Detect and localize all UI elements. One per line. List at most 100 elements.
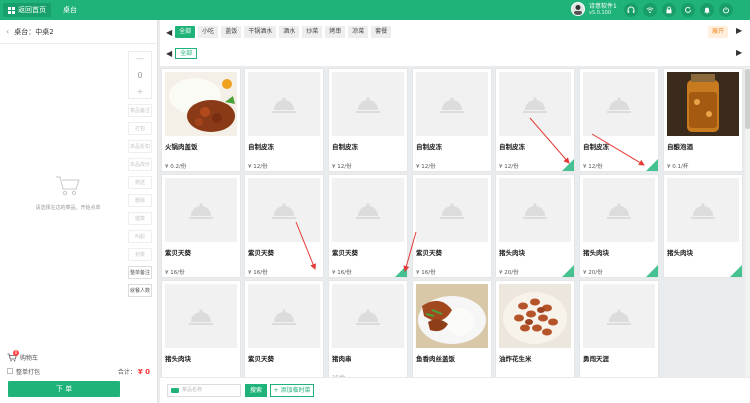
dish-note-button[interactable]: 菜品备注 <box>128 104 152 117</box>
dish-card[interactable]: 紫贝天葵 ¥ 16/份 <box>161 174 241 278</box>
dish-card[interactable]: 自制皮冻 ¥ 12/份 <box>495 68 575 172</box>
lock-icon[interactable] <box>662 3 676 17</box>
dish-price: ¥ 12/份 <box>583 164 603 170</box>
category-stirfry[interactable]: 炒菜 <box>302 26 323 38</box>
dish-card[interactable]: 猪肉串16/份 <box>328 280 408 384</box>
category-rice-bowl[interactable]: 盖饭 <box>221 26 242 38</box>
dish-card[interactable]: 勇闯天涯 <box>579 280 659 384</box>
category-cold-dish[interactable]: 凉菜 <box>348 26 369 38</box>
order-note-button[interactable]: 整单备注 <box>128 266 152 279</box>
dish-card[interactable]: 紫贝天葵 ¥ 16/份 <box>244 174 324 278</box>
guest-count-button[interactable]: 就餐人数 <box>128 284 152 297</box>
whole-pack-checkbox[interactable] <box>7 368 13 374</box>
dish-image <box>332 178 404 242</box>
dish-card[interactable]: 火锅肉盖饭 ¥ 0.2/份 <box>161 68 241 172</box>
user-profile[interactable]: 诗意软件1 v5.0.100 <box>571 2 617 16</box>
power-icon[interactable] <box>719 3 733 17</box>
dish-card[interactable]: 自酿泡酒 ¥ 0.1/杯 <box>663 68 743 172</box>
dish-card[interactable]: 紫贝天葵 <box>244 280 324 384</box>
home-button[interactable]: 返回首页 <box>3 3 51 17</box>
dish-price: ¥ 0.1/杯 <box>667 164 689 170</box>
place-order-button[interactable]: 下 单 <box>8 381 120 397</box>
user-name: 诗意软件1 <box>589 2 617 10</box>
dish-card[interactable]: 自制皮冻 ¥ 12/份 <box>244 68 324 172</box>
dish-name: 火锅肉盖饭 <box>165 143 198 151</box>
back-chevron-icon[interactable]: ‹ <box>6 27 9 36</box>
dish-image <box>165 284 237 348</box>
delete-button[interactable]: 删除 <box>128 194 152 207</box>
keyboard-icon <box>171 388 179 393</box>
dish-name: 自制皮冻 <box>248 143 274 151</box>
dish-image <box>165 72 237 136</box>
category-next-arrow-icon[interactable]: ▶ <box>736 26 742 35</box>
dish-price: ¥ 16/份 <box>332 270 352 276</box>
serve-button[interactable]: 划菜 <box>128 248 152 261</box>
dish-card[interactable]: 猪头肉块 <box>161 280 241 384</box>
expand-categories-button[interactable]: 展开 <box>708 26 729 38</box>
dish-image <box>248 178 320 242</box>
hold-button[interactable]: 叫起 <box>128 230 152 243</box>
subcategory-prev-arrow-icon[interactable]: ◀ <box>166 49 172 58</box>
dish-card[interactable]: 自制皮冻 ¥ 12/份 <box>412 68 492 172</box>
dish-price: ¥ 16/份 <box>416 270 436 276</box>
dish-card[interactable]: 油炸花生米 <box>495 280 575 384</box>
qty-minus-button[interactable]: — <box>136 54 144 63</box>
cart-label: 购物车 <box>20 354 39 362</box>
dish-name: 紫贝天葵 <box>165 249 191 257</box>
dish-scrollbar[interactable] <box>745 67 750 395</box>
order-footer: 0 购物车 整单打包 合计： ¥ 0 <box>0 349 158 378</box>
dish-tag-corner <box>562 265 574 277</box>
wifi-icon[interactable] <box>643 3 657 17</box>
category-drinks[interactable]: 酒水 <box>279 26 300 38</box>
dish-image <box>332 284 404 348</box>
dish-name: 紫贝天葵 <box>248 355 274 363</box>
category-skewer[interactable]: 烤串 <box>325 26 346 38</box>
add-temp-dish-button[interactable]: + 添加临时菜 <box>270 384 314 397</box>
headset-icon[interactable] <box>624 3 638 17</box>
category-all[interactable]: 全部 <box>175 26 196 38</box>
dish-card[interactable]: 猪头肉块 ¥ 20/份 <box>495 174 575 278</box>
table-label: 桌台：中桌2 <box>14 27 54 36</box>
total-amount: ¥ 0 <box>137 367 150 376</box>
category-drypot[interactable]: 干锅酒水 <box>244 26 277 38</box>
subcategory-next-arrow-icon[interactable]: ▶ <box>736 48 742 57</box>
home-label: 返回首页 <box>18 6 46 14</box>
dish-search-input[interactable]: 菜品名称 <box>167 384 241 397</box>
quantity-stepper: — 0 + <box>128 51 152 99</box>
dish-image <box>416 72 488 136</box>
dish-name: 紫贝天葵 <box>332 249 358 257</box>
table-header: ‹ 桌台：中桌2 <box>0 20 157 44</box>
category-prev-arrow-icon[interactable]: ◀ <box>166 28 172 37</box>
dish-card[interactable]: 猪头肉块 ¥ 20/份 <box>579 174 659 278</box>
category-snack[interactable]: 小吃 <box>198 26 219 38</box>
dish-name: 紫贝天葵 <box>416 249 442 257</box>
search-bar: 菜品名称 搜索 + 添加临时菜 <box>160 377 750 403</box>
dish-price: ¥ 12/份 <box>499 164 519 170</box>
dish-card[interactable]: 自制皮冻 ¥ 12/份 <box>579 68 659 172</box>
dish-card[interactable]: 鱼香肉丝盖饭 <box>412 280 492 384</box>
dish-grid: 火锅肉盖饭 ¥ 0.2/份 自制皮冻 ¥ 12/份 自制皮冻 ¥ 12/份 自制皮冻 ¥ 12… <box>160 67 750 395</box>
dish-name: 猪头肉块 <box>583 249 609 257</box>
dish-card[interactable]: 紫贝天葵 ¥ 16/份 <box>328 174 408 278</box>
subcategory-all[interactable]: 全部 <box>175 48 198 59</box>
user-version: v5.0.100 <box>589 9 612 16</box>
category-set-meal[interactable]: 套餐 <box>371 26 392 38</box>
refresh-icon[interactable] <box>681 3 695 17</box>
operation-column: — 0 + 菜品备注 打包 单品折扣 单品改价 赠送 删除 催菜 叫起 划菜 整… <box>128 51 152 297</box>
dish-tag-corner <box>395 265 407 277</box>
bell-icon[interactable] <box>700 3 714 17</box>
search-button[interactable]: 搜索 <box>245 384 267 397</box>
gift-button[interactable]: 赠送 <box>128 176 152 189</box>
pack-button[interactable]: 打包 <box>128 122 152 135</box>
rush-button[interactable]: 催菜 <box>128 212 152 225</box>
whole-pack-label: 整单打包 <box>16 368 41 376</box>
qty-plus-button[interactable]: + <box>137 87 144 96</box>
dish-card[interactable]: 紫贝天葵 ¥ 16/份 <box>412 174 492 278</box>
item-price-change-button[interactable]: 单品改价 <box>128 158 152 171</box>
nav-tab-tables[interactable]: 桌台 <box>63 5 77 15</box>
item-discount-button[interactable]: 单品折扣 <box>128 140 152 153</box>
scroll-thumb[interactable] <box>745 69 750 129</box>
dish-name: 自制皮冻 <box>332 143 358 151</box>
dish-card[interactable]: 自制皮冻 ¥ 12/份 <box>328 68 408 172</box>
dish-card[interactable]: 猪头肉块 <box>663 174 743 278</box>
